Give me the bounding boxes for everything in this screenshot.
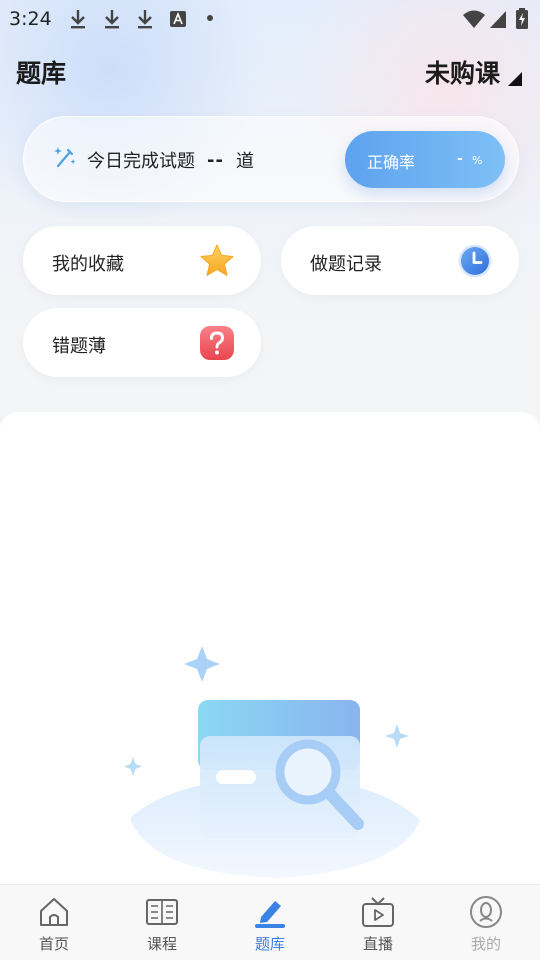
magic-wand-icon	[54, 147, 76, 168]
tab-home[interactable]: 首页	[0, 885, 108, 960]
question-bank-content	[0, 412, 540, 892]
status-time: 3:24	[9, 8, 52, 30]
question-bank-icon	[255, 901, 285, 928]
tab-profile-label: 我的	[470, 935, 501, 953]
page-title: 题库	[16, 59, 67, 88]
favorites-button[interactable]: 我的收藏	[23, 226, 261, 295]
tab-course-label: 课程	[146, 935, 177, 953]
font-a-icon	[170, 11, 186, 27]
status-bar: 3:24	[0, 0, 540, 38]
profile-icon	[470, 896, 502, 928]
wrong-questions-button[interactable]: 错题薄	[23, 308, 261, 377]
daily-progress-unit: 道	[235, 151, 254, 172]
accuracy-label: 正确率	[367, 153, 416, 172]
dot-icon	[207, 15, 213, 21]
download-icon	[105, 10, 119, 29]
daily-progress-card: 今日完成试题 -- 道 正确率 - %	[23, 116, 519, 202]
wrong-questions-label: 错题薄	[52, 336, 106, 357]
tab-question-bank[interactable]: 题库	[216, 885, 324, 960]
battery-icon	[516, 8, 528, 29]
star-icon	[200, 244, 234, 276]
wifi-icon	[463, 10, 485, 28]
accuracy-button[interactable]: 正确率 - %	[345, 131, 505, 188]
tab-question-bank-label: 题库	[254, 935, 285, 953]
course-icon	[146, 899, 178, 925]
home-icon	[40, 898, 68, 926]
app-screen: 3:24 题库 未购课 今日完成试题 -- 道 正确率 - % 我的收藏 做题记…	[0, 0, 540, 960]
tab-live[interactable]: 直播	[324, 885, 432, 960]
practice-records-button[interactable]: 做题记录	[281, 226, 519, 295]
daily-progress-count: --	[207, 149, 224, 171]
bottom-tab-bar: 首页 课程 题库 直播 我的	[0, 884, 540, 960]
tab-course[interactable]: 课程	[108, 885, 216, 960]
tab-home-label: 首页	[38, 935, 69, 953]
signal-icon	[490, 11, 506, 28]
download-icon	[138, 10, 152, 29]
question-mark-icon	[200, 326, 234, 360]
tab-live-label: 直播	[362, 935, 393, 953]
download-icon	[71, 10, 85, 29]
accuracy-value: -	[457, 151, 463, 167]
course-status-selector[interactable]: 未购课	[425, 54, 522, 90]
accuracy-unit: %	[472, 154, 483, 167]
corner-triangle-icon	[508, 72, 522, 86]
clock-icon	[458, 244, 492, 278]
tab-profile[interactable]: 我的	[432, 885, 540, 960]
course-status-label: 未购课	[424, 59, 500, 88]
tv-icon	[362, 897, 394, 927]
daily-progress-label: 今日完成试题	[87, 151, 195, 172]
favorites-label: 我的收藏	[52, 254, 124, 275]
daily-progress-text: 今日完成试题 -- 道	[87, 147, 254, 173]
empty-state-illustration	[124, 646, 420, 878]
practice-records-label: 做题记录	[310, 254, 382, 275]
